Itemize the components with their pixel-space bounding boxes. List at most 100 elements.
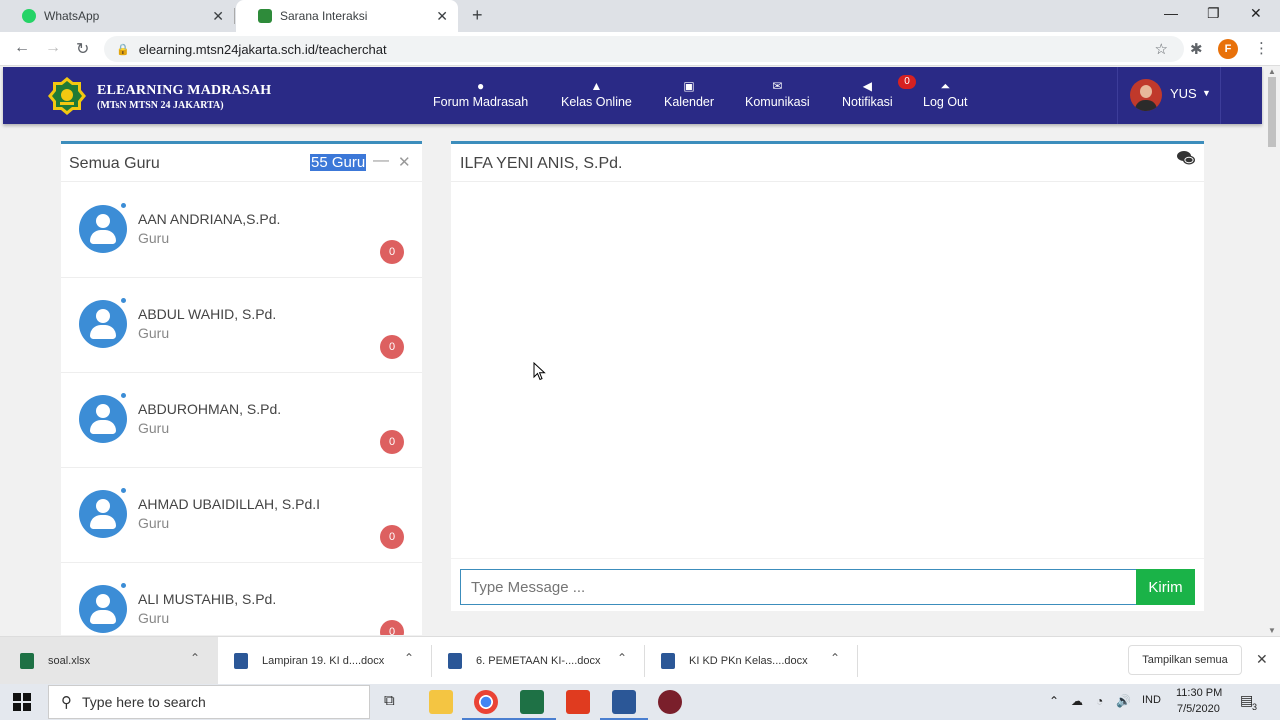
scroll-up-icon[interactable]: ▲ <box>1268 67 1276 76</box>
nav-label: Kalender <box>664 95 715 109</box>
scrollbar-thumb[interactable] <box>1268 77 1276 147</box>
contact-name: ABDUROHMAN, S.Pd. <box>138 401 282 417</box>
contact-item[interactable]: AHMAD UBAIDILLAH, S.Pd.I Guru 0 <box>61 468 422 563</box>
brand-subtitle: (MTsN MTSN 24 JAKARTA) <box>97 100 224 111</box>
user-menu[interactable]: YUS ▼ <box>1117 67 1221 124</box>
pdf-reader-icon[interactable] <box>566 690 590 714</box>
chevron-up-icon[interactable]: ⌃ <box>830 651 840 665</box>
profile-avatar[interactable]: F <box>1218 39 1238 59</box>
download-item[interactable]: KI KD PKn Kelas....docx ⌃ <box>645 637 857 685</box>
search-icon: ⚲ <box>61 694 72 711</box>
bookmark-star-icon[interactable]: ☆ <box>1155 40 1168 58</box>
excel-icon[interactable] <box>508 690 556 720</box>
tab-whatsapp[interactable]: WhatsApp ✕ <box>0 0 234 32</box>
nav-forum-madrasah[interactable]: ● Forum Madrasah <box>433 79 528 109</box>
minimize-panel-icon[interactable]: — <box>373 152 389 170</box>
chat-input-row: Kirim <box>451 558 1204 614</box>
task-view-icon[interactable]: ⧉ <box>384 692 395 709</box>
notification-badge: 0 <box>898 75 916 89</box>
graduation-cap-icon: ▲ <box>590 79 603 93</box>
windows-start-icon[interactable] <box>12 692 32 712</box>
file-explorer-icon[interactable] <box>429 690 453 714</box>
contact-item[interactable]: ALI MUSTAHIB, S.Pd. Guru 0 <box>61 563 422 635</box>
teacher-list-panel: Semua Guru 55 Guru — ✕ AAN ANDRIANA,S.Pd… <box>61 141 422 635</box>
download-item[interactable]: soal.xlsx ⌃ <box>0 637 218 685</box>
address-bar[interactable]: 🔒 elearning.mtsn24jakarta.sch.id/teacher… <box>104 36 1184 62</box>
unread-badge: 0 <box>380 620 404 635</box>
show-all-downloads-button[interactable]: Tampilkan semua <box>1128 645 1242 675</box>
tab-sarana-interaksi[interactable]: Sarana Interaksi ✕ <box>236 0 458 32</box>
nav-label: Notifikasi <box>842 95 893 109</box>
volume-icon[interactable]: 🔊 <box>1116 694 1131 708</box>
contact-name: ALI MUSTAHIB, S.Pd. <box>138 591 277 607</box>
contact-item[interactable]: ABDUL WAHID, S.Pd. Guru 0 <box>61 278 422 373</box>
close-icon[interactable]: ✕ <box>212 8 224 25</box>
contact-role: Guru <box>138 610 170 626</box>
extensions-puzzle-icon[interactable]: ✱ <box>1190 40 1203 58</box>
reload-icon[interactable]: ↻ <box>76 39 89 59</box>
chevron-up-icon[interactable]: ⌃ <box>1049 694 1059 708</box>
onedrive-cloud-icon[interactable]: ☁ <box>1071 694 1083 708</box>
nav-notifikasi[interactable]: ◀ Notifikasi <box>842 79 893 109</box>
wifi-icon[interactable]: ◔ <box>1096 694 1103 708</box>
window-close-icon[interactable]: ✕ <box>1250 5 1262 22</box>
user-avatar-icon <box>79 205 127 253</box>
unread-badge: 0 <box>380 525 404 549</box>
close-panel-icon[interactable]: ✕ <box>398 153 411 171</box>
caret-down-icon: ▼ <box>1202 88 1211 98</box>
tab-divider <box>234 8 235 24</box>
nav-label: Forum Madrasah <box>433 95 529 109</box>
excel-file-icon <box>20 653 34 669</box>
site-header: ELEARNING MADRASAH (MTsN MTSN 24 JAKARTA… <box>3 67 1262 124</box>
download-filename: Lampiran 19. KI d....docx <box>262 655 385 667</box>
chat-messages-area[interactable] <box>451 182 1204 558</box>
madrasah-logo[interactable] <box>47 76 87 116</box>
contact-item[interactable]: AAN ANDRIANA,S.Pd. Guru 0 <box>61 183 422 278</box>
nav-label: Kelas Online <box>561 95 632 109</box>
download-item[interactable]: Lampiran 19. KI d....docx ⌃ <box>218 637 430 685</box>
browser-toolbar: ← → ↻ 🔒 elearning.mtsn24jakarta.sch.id/t… <box>0 32 1280 66</box>
status-dot <box>121 583 126 588</box>
forward-icon[interactable]: → <box>45 39 61 57</box>
action-center-count: 3 <box>1252 702 1258 712</box>
word-icon[interactable] <box>600 690 648 720</box>
contact-role: Guru <box>138 325 170 341</box>
contact-role: Guru <box>138 420 170 436</box>
page-scrollbar[interactable]: ▲ ▼ <box>1264 67 1280 635</box>
status-dot <box>121 393 126 398</box>
nav-log-out[interactable]: ⏶ Log Out <box>923 79 967 109</box>
send-button[interactable]: Kirim <box>1136 569 1195 605</box>
chevron-up-icon[interactable]: ⌃ <box>190 651 200 665</box>
clock-date[interactable]: 7/5/2020 <box>1177 703 1220 715</box>
close-download-bar-icon[interactable]: ✕ <box>1256 651 1268 668</box>
chat-recipient-name: ILFA YENI ANIS, S.Pd. <box>460 155 623 172</box>
minimize-icon[interactable]: — <box>1164 5 1178 21</box>
new-tab-icon[interactable]: + <box>472 5 483 26</box>
chevron-up-icon[interactable]: ⌃ <box>617 651 627 665</box>
contact-item[interactable]: ABDUROHMAN, S.Pd. Guru 0 <box>61 373 422 468</box>
restore-icon[interactable]: ❐ <box>1207 5 1220 22</box>
status-dot <box>121 488 126 493</box>
browser-menu-icon[interactable]: ⋮ <box>1254 39 1269 57</box>
scroll-down-icon[interactable]: ▼ <box>1268 626 1276 635</box>
recorder-app-icon[interactable] <box>658 690 682 714</box>
input-language[interactable]: IND <box>1142 694 1161 706</box>
brand-title: ELEARNING MADRASAH <box>97 83 272 98</box>
chat-header: ILFA YENI ANIS, S.Pd. <box>451 144 1204 182</box>
nav-kalender[interactable]: ▣ Kalender <box>664 79 714 109</box>
clock-time[interactable]: 11:30 PM <box>1176 687 1222 699</box>
taskbar-search-box[interactable]: ⚲ Type here to search <box>48 685 370 719</box>
madrasah-logo-icon <box>258 9 272 23</box>
chrome-icon[interactable] <box>462 690 510 720</box>
comments-icon[interactable] <box>1177 150 1195 166</box>
nav-kelas-online[interactable]: ▲ Kelas Online <box>561 79 632 109</box>
megaphone-icon: ◀ <box>862 79 872 93</box>
calendar-icon: ▣ <box>683 79 695 93</box>
user-name: YUS <box>1170 86 1197 101</box>
back-icon[interactable]: ← <box>14 39 30 57</box>
chevron-up-icon[interactable]: ⌃ <box>404 651 414 665</box>
message-input[interactable] <box>460 569 1137 605</box>
close-icon[interactable]: ✕ <box>436 8 448 25</box>
download-item[interactable]: 6. PEMETAAN KI-....docx ⌃ <box>432 637 644 685</box>
nav-komunikasi[interactable]: ✉ Komunikasi <box>745 79 810 109</box>
